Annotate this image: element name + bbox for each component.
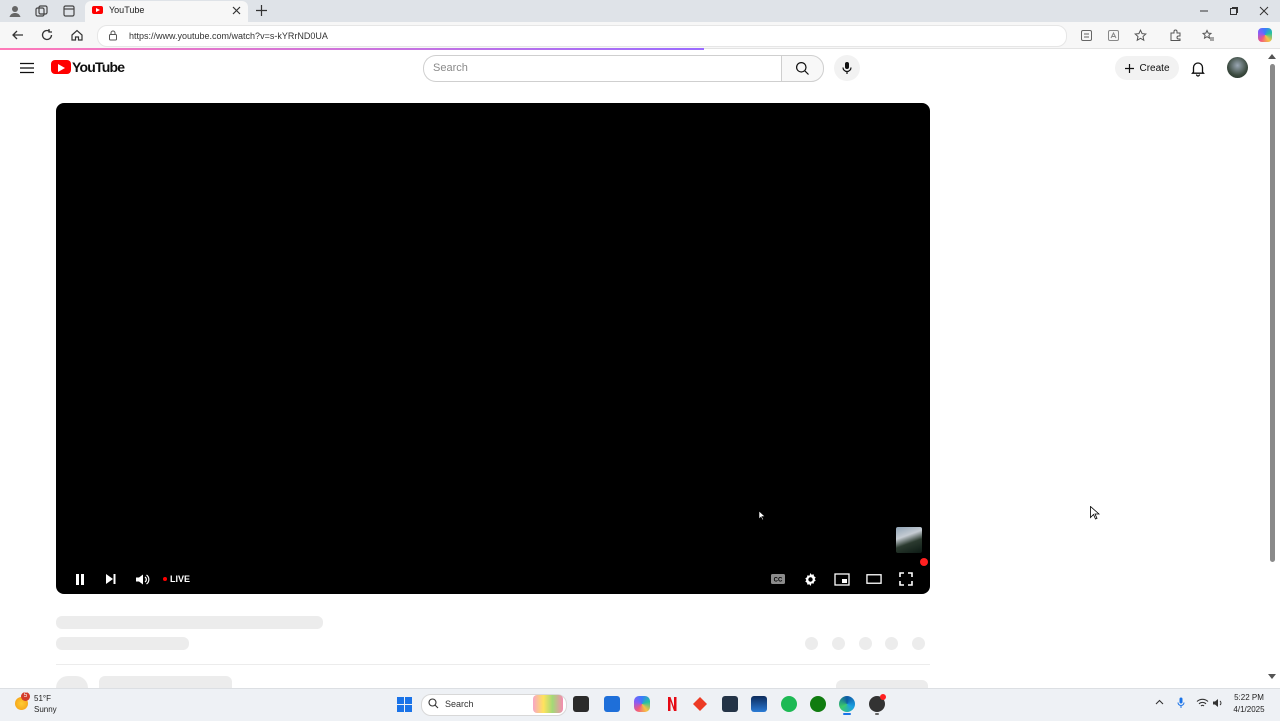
microsoft-store-icon[interactable] [604, 696, 620, 712]
skeleton-button [836, 680, 928, 688]
profile-icon[interactable] [7, 3, 23, 19]
next-video-icon[interactable] [102, 571, 118, 587]
back-icon[interactable] [11, 28, 25, 42]
game-app-icon[interactable] [722, 696, 738, 712]
recording-badge [880, 694, 886, 700]
youtube-favicon-play-icon [96, 8, 100, 12]
plus-icon [1125, 63, 1135, 73]
translate-icon[interactable] [1107, 29, 1120, 42]
page-load-progress-bar [0, 48, 704, 50]
create-button-label: Create [1139, 62, 1170, 74]
weather-condition[interactable]: Sunny [34, 705, 57, 714]
edge-browser-icon[interactable] [839, 696, 855, 712]
disney-plus-icon[interactable] [751, 696, 767, 712]
favorites-icon[interactable] [1202, 29, 1215, 42]
restore-icon[interactable] [1227, 5, 1241, 17]
live-recording-dot [920, 558, 928, 566]
active-app-indicator [843, 713, 851, 715]
close-tab-icon[interactable] [232, 6, 241, 15]
account-avatar[interactable] [1227, 57, 1248, 78]
live-badge[interactable]: LIVE [170, 574, 190, 584]
skeleton-action-circle [885, 637, 898, 650]
notifications-bell-icon[interactable] [1189, 59, 1207, 77]
copilot-icon[interactable] [1258, 28, 1272, 42]
skeleton-avatar [56, 676, 88, 688]
settings-gear-icon[interactable] [802, 571, 818, 587]
microphone-icon [842, 62, 852, 74]
volume-icon[interactable] [134, 571, 150, 587]
tab-actions-icon[interactable] [61, 3, 77, 19]
search-input[interactable] [433, 61, 763, 75]
skeleton-action-circle [805, 637, 818, 650]
clock-time[interactable]: 5:22 PM [1229, 693, 1269, 702]
search-icon [796, 62, 809, 75]
skeleton-divider [56, 664, 930, 665]
spotify-icon[interactable] [781, 696, 797, 712]
home-icon[interactable] [70, 28, 84, 42]
workspaces-icon[interactable] [33, 3, 49, 19]
youtube-wordmark[interactable]: YouTube [72, 59, 125, 75]
skeleton-action-circle [859, 637, 872, 650]
pause-icon[interactable] [72, 571, 88, 587]
close-window-icon[interactable] [1257, 5, 1271, 17]
reading-view-icon[interactable] [1080, 29, 1093, 42]
running-app-indicator [875, 713, 879, 715]
lock-icon[interactable] [108, 30, 118, 41]
scroll-up-icon[interactable] [1268, 53, 1276, 59]
clock-date[interactable]: 4/1/2025 [1229, 705, 1269, 714]
extensions-icon[interactable] [1169, 29, 1182, 42]
scroll-down-icon[interactable] [1268, 674, 1276, 680]
copilot-app-icon[interactable] [634, 696, 650, 712]
skeleton-channel-bar [99, 676, 232, 688]
minimize-icon[interactable] [1197, 5, 1211, 17]
microphone-tray-icon[interactable] [1177, 697, 1185, 709]
xbox-icon[interactable] [810, 696, 826, 712]
weather-alert-badge: 5 [21, 692, 30, 701]
wifi-icon[interactable] [1196, 698, 1209, 708]
taskbar-search-icon [428, 698, 439, 709]
show-hidden-icons-chevron-icon[interactable] [1155, 699, 1164, 705]
video-player[interactable] [56, 103, 930, 594]
skeleton-action-circle [832, 637, 845, 650]
voice-search-button[interactable] [834, 55, 860, 81]
miniplayer-icon[interactable] [834, 571, 850, 587]
live-indicator-dot [163, 577, 167, 581]
scrollbar-thumb[interactable] [1270, 64, 1275, 562]
captions-icon[interactable]: CC [770, 571, 786, 587]
url-text[interactable]: https://www.youtube.com/watch?v=s-kYRrND… [129, 31, 328, 41]
refresh-icon[interactable] [40, 28, 54, 42]
red-diamond-app-icon[interactable] [692, 696, 708, 712]
tulips-widget-icon[interactable] [533, 695, 563, 713]
search-button[interactable] [781, 55, 824, 82]
skeleton-subtitle-bar [56, 637, 189, 650]
theater-mode-icon[interactable] [866, 571, 882, 587]
fullscreen-icon[interactable] [898, 571, 914, 587]
youtube-logo-play-icon [58, 63, 65, 72]
channel-watermark[interactable] [896, 527, 922, 553]
new-tab-icon[interactable] [255, 4, 268, 17]
taskbar-search-label: Search [445, 699, 474, 709]
netflix-icon[interactable] [664, 696, 680, 712]
windows-start-icon[interactable] [397, 697, 412, 712]
cursor-icon [759, 511, 766, 521]
favorite-star-icon[interactable] [1134, 29, 1147, 42]
create-button[interactable]: Create [1115, 56, 1179, 80]
svg-text:CC: CC [774, 578, 783, 584]
speaker-icon[interactable] [1212, 698, 1224, 708]
guide-menu-icon[interactable] [18, 59, 36, 77]
skeleton-action-circle [912, 637, 925, 650]
tab-title: YouTube [109, 5, 145, 15]
cursor-icon [1090, 506, 1100, 520]
skeleton-title-bar [56, 616, 323, 629]
file-explorer-icon[interactable] [573, 696, 589, 712]
weather-temperature[interactable]: 51°F [34, 694, 51, 703]
